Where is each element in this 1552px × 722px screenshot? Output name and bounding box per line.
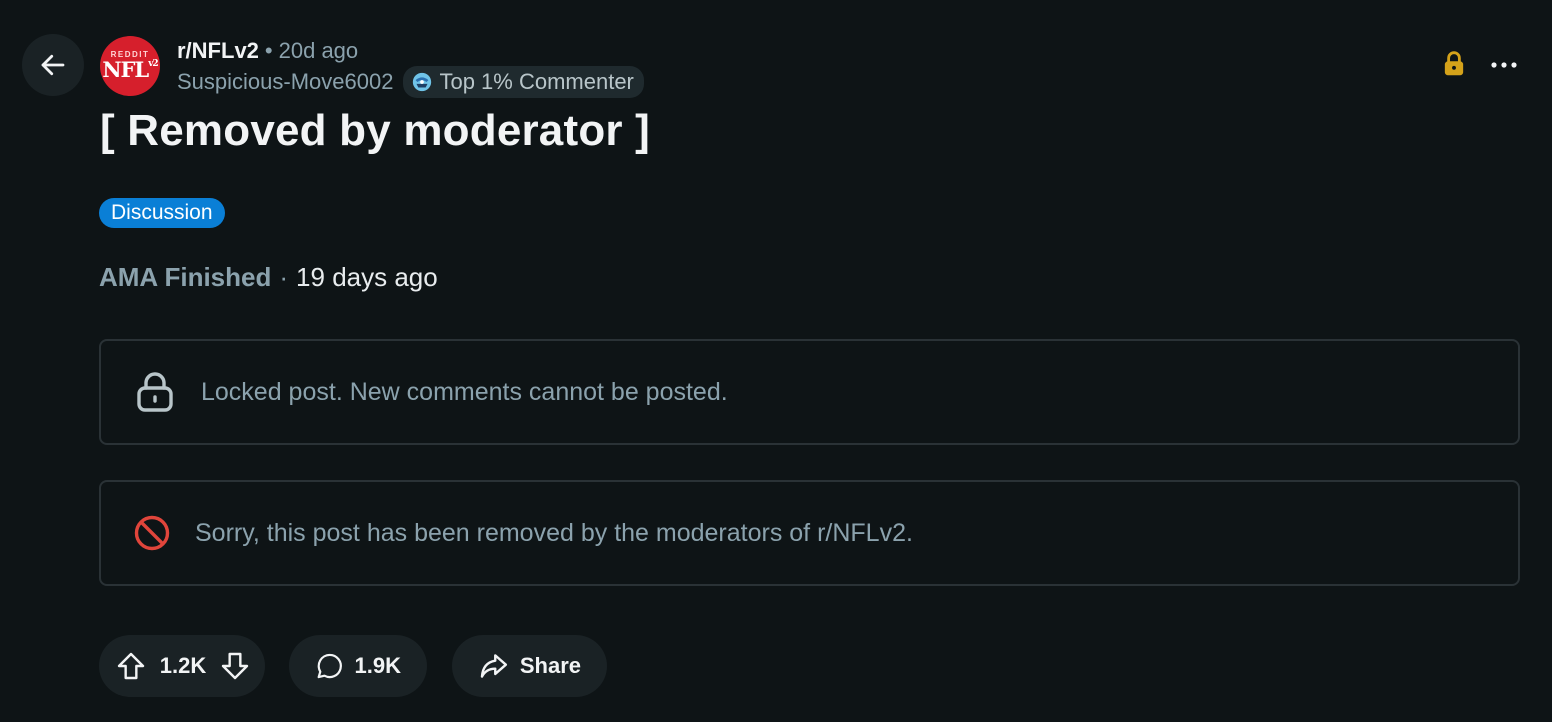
lock-icon bbox=[1444, 51, 1464, 76]
comment-bubble-icon bbox=[317, 653, 342, 679]
share-label: Share bbox=[519, 653, 581, 678]
ama-separator: · bbox=[279, 262, 289, 292]
post-flair[interactable]: Discussion bbox=[99, 198, 225, 228]
vote-count: 1.2K bbox=[159, 653, 207, 678]
upvote-button[interactable] bbox=[115, 650, 147, 682]
subreddit-link[interactable]: r/NFLv2 bbox=[177, 38, 259, 64]
avatar-logo-text: NFLv2 bbox=[102, 57, 158, 82]
removed-notice-text: Sorry, this post has been removed by the… bbox=[195, 518, 913, 547]
ama-time: 19 days ago bbox=[296, 262, 438, 292]
post-age: 20d ago bbox=[278, 38, 359, 63]
post-title: [ Removed by moderator ] bbox=[100, 106, 651, 155]
prohibited-icon bbox=[133, 514, 171, 552]
removed-post-notice: Sorry, this post has been removed by the… bbox=[99, 480, 1520, 586]
author-badge[interactable]: Top 1% Commenter bbox=[403, 66, 644, 98]
author-badge-label: Top 1% Commenter bbox=[439, 69, 634, 94]
post-meta-line: r/NFLv2 • 20d ago bbox=[177, 38, 358, 64]
author-line: Suspicious-Move6002 Top 1% Commenter bbox=[177, 66, 644, 98]
meta-separator: • bbox=[264, 38, 273, 63]
arrow-left-icon bbox=[41, 54, 65, 76]
more-horizontal-icon bbox=[1491, 62, 1517, 68]
commenter-badge-icon bbox=[413, 72, 432, 92]
back-button[interactable] bbox=[22, 34, 84, 96]
ama-status-line: AMA Finished · 19 days ago bbox=[99, 262, 438, 293]
vote-bar: 1.2K bbox=[99, 635, 265, 697]
author-link[interactable]: Suspicious-Move6002 bbox=[177, 69, 393, 95]
locked-post-notice: Locked post. New comments cannot be post… bbox=[99, 339, 1520, 445]
downvote-arrow-icon bbox=[221, 652, 249, 680]
more-options-button[interactable] bbox=[1486, 48, 1522, 82]
post-page: REDDIT NFLv2 r/NFLv2 • 20d ago Suspiciou… bbox=[0, 0, 1552, 722]
share-button[interactable]: Share bbox=[452, 635, 607, 697]
subreddit-avatar[interactable]: REDDIT NFLv2 bbox=[100, 36, 160, 96]
lock-outline-icon bbox=[135, 371, 175, 413]
downvote-button[interactable] bbox=[219, 650, 251, 682]
locked-indicator bbox=[1441, 50, 1467, 83]
comments-button[interactable]: 1.9K bbox=[289, 635, 427, 697]
comment-count: 1.9K bbox=[354, 653, 401, 678]
upvote-arrow-icon bbox=[117, 652, 145, 680]
ama-status: AMA Finished bbox=[99, 262, 272, 292]
locked-notice-text: Locked post. New comments cannot be post… bbox=[201, 377, 728, 406]
share-arrow-icon bbox=[480, 654, 508, 678]
